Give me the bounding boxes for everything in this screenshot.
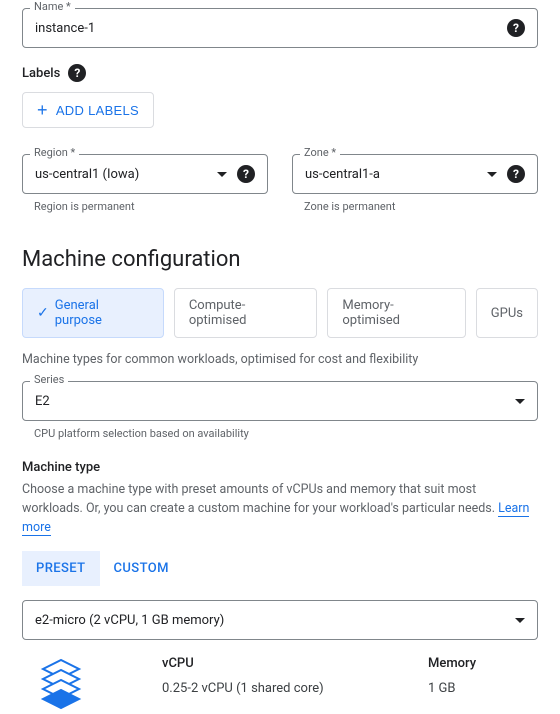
series-label: Series — [30, 373, 68, 386]
help-icon[interactable]: ? — [507, 19, 525, 37]
chevron-down-icon — [515, 399, 525, 404]
region-zone-row: Region * us-central1 (Iowa) ? Region is … — [22, 146, 538, 213]
machine-type-desc-text: Choose a machine type with preset amount… — [22, 482, 498, 516]
zone-field-wrap: Zone * us-central1-a ? — [292, 154, 538, 194]
zone-dropdown[interactable]: us-central1-a ? — [292, 154, 538, 194]
machine-spec-row: vCPU 0.25-2 vCPU (1 shared core) Memory … — [22, 656, 538, 714]
check-icon: ✓ — [37, 305, 49, 321]
machine-type-value: e2-micro (2 vCPU, 1 GB memory) — [35, 613, 224, 628]
vcpu-col: vCPU 0.25-2 vCPU (1 shared core) — [162, 656, 428, 696]
tab-compute-optimised[interactable]: Compute-optimised — [174, 288, 318, 338]
add-labels-button[interactable]: + ADD LABELS — [22, 92, 154, 128]
tab-memory-label: Memory-optimised — [342, 298, 450, 328]
series-helper: CPU platform selection based on availabi… — [34, 427, 538, 440]
chevron-down-icon — [487, 172, 497, 177]
region-helper: Region is permanent — [34, 200, 268, 213]
vcpu-value: 0.25-2 vCPU (1 shared core) — [162, 681, 428, 696]
labels-text: Labels — [22, 66, 60, 81]
memory-col: Memory 1 GB — [428, 656, 538, 696]
name-field-wrap: Name * ? — [22, 8, 538, 48]
tab-custom[interactable]: CUSTOM — [100, 551, 183, 586]
chevron-down-icon — [515, 618, 525, 623]
machine-type-dropdown[interactable]: e2-micro (2 vCPU, 1 GB memory) — [22, 600, 538, 640]
zone-value: us-central1-a — [305, 167, 380, 182]
machine-type-desc: Choose a machine type with preset amount… — [22, 481, 538, 537]
labels-heading: Labels ? — [22, 64, 538, 82]
name-label: Name * — [30, 0, 75, 13]
series-dropdown[interactable]: E2 — [22, 381, 538, 421]
name-input-box[interactable]: ? — [22, 8, 538, 48]
memory-value: 1 GB — [428, 681, 538, 696]
zone-label: Zone * — [300, 146, 340, 159]
tab-preset[interactable]: PRESET — [22, 551, 100, 586]
layers-icon — [32, 656, 90, 714]
help-icon[interactable]: ? — [68, 64, 86, 82]
memory-label: Memory — [428, 656, 538, 671]
tab-gpus[interactable]: GPUs — [476, 288, 538, 338]
tab-memory-optimised[interactable]: Memory-optimised — [327, 288, 465, 338]
zone-helper: Zone is permanent — [304, 200, 538, 213]
region-field-wrap: Region * us-central1 (Iowa) ? — [22, 154, 268, 194]
help-icon[interactable]: ? — [237, 165, 255, 183]
tab-general-purpose[interactable]: ✓ General purpose — [22, 288, 164, 338]
vcpu-label: vCPU — [162, 656, 428, 671]
region-dropdown[interactable]: us-central1 (Iowa) ? — [22, 154, 268, 194]
machine-type-heading: Machine type — [22, 460, 538, 475]
machine-family-tabs: ✓ General purpose Compute-optimised Memo… — [22, 288, 538, 338]
help-icon[interactable]: ? — [507, 165, 525, 183]
plus-icon: + — [37, 101, 48, 119]
family-description: Machine types for common workloads, opti… — [22, 352, 538, 367]
machine-icon-col — [22, 656, 162, 714]
preset-custom-tabs: PRESET CUSTOM — [22, 551, 538, 586]
name-input[interactable] — [35, 21, 507, 36]
region-label: Region * — [30, 146, 79, 159]
tab-general-label: General purpose — [55, 298, 149, 328]
chevron-down-icon — [217, 172, 227, 177]
series-field-wrap: Series E2 — [22, 381, 538, 421]
series-value: E2 — [35, 394, 50, 409]
region-value: us-central1 (Iowa) — [35, 167, 139, 182]
add-labels-text: ADD LABELS — [56, 103, 139, 118]
machine-config-heading: Machine configuration — [22, 247, 538, 272]
tab-compute-label: Compute-optimised — [189, 298, 303, 328]
tab-gpus-label: GPUs — [491, 306, 523, 321]
